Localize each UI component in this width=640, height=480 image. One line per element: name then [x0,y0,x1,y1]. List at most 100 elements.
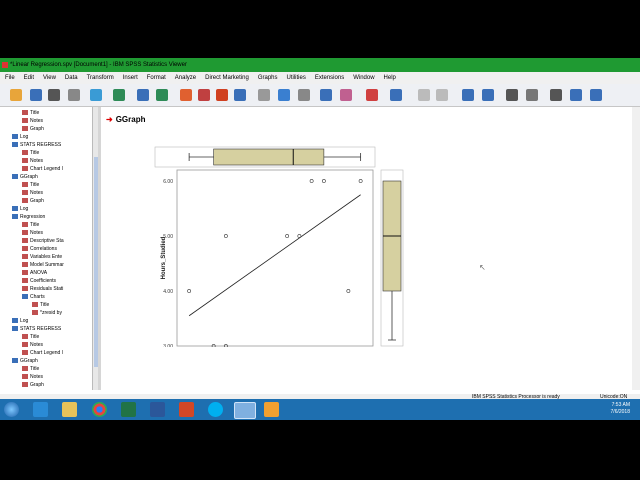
outline-item[interactable]: GGraph [12,173,38,181]
start-button-icon[interactable] [4,402,19,417]
menu-format[interactable]: Format [147,75,166,81]
output-heading[interactable]: ➜ GGraph [106,115,145,124]
ggraph-chart[interactable]: 2.602.803.003.203.403.603.804.003.004.00… [151,137,411,347]
insert-heading-icon[interactable] [418,89,430,101]
outline-item[interactable]: Residuals Stati [22,285,63,293]
outline-item[interactable]: Graph [22,125,44,133]
menu-data[interactable]: Data [65,75,78,81]
document-icon [22,182,28,188]
outline-item[interactable]: Charts [22,293,45,301]
system-clock[interactable]: 7:53 AM 7/6/2018 [611,402,630,416]
excel-icon[interactable] [121,402,136,417]
outline-item[interactable]: Log [12,133,28,141]
use-sets-icon[interactable] [390,89,402,101]
create-output-icon[interactable] [590,89,602,101]
outline-item[interactable]: Title [22,181,39,189]
paint-icon[interactable] [264,402,279,417]
outline-item[interactable]: Notes [22,117,43,125]
collapse-icon[interactable] [462,89,474,101]
outline-item[interactable]: Title [32,301,49,309]
outline-item[interactable]: Log [12,205,28,213]
split-file-icon[interactable] [298,89,310,101]
mouse-cursor-icon: ↖ [479,263,486,272]
outline-item[interactable]: Chart Legend l [22,165,63,173]
outline-item[interactable]: Title [22,333,39,341]
outline-item[interactable]: Variables Ente [22,253,62,261]
print-preview-icon[interactable] [68,89,80,101]
word-icon[interactable] [150,402,165,417]
select-cases-icon[interactable] [340,89,352,101]
outline-item[interactable]: Notes [22,189,43,197]
chrome-icon[interactable] [92,402,107,417]
outline-item[interactable]: Descriptive Sta [22,237,64,245]
menu-window[interactable]: Window [353,75,374,81]
redo-icon[interactable] [156,89,168,101]
outline-item[interactable]: Title [22,149,39,157]
skype-icon[interactable] [208,402,223,417]
menu-transform[interactable]: Transform [87,75,114,81]
outline-item[interactable]: Title [22,109,39,117]
menu-file[interactable]: File [5,75,15,81]
insert-cases-icon[interactable] [278,89,290,101]
outline-item[interactable]: Notes [22,373,43,381]
ie-icon[interactable] [33,402,48,417]
insert-title-icon[interactable] [436,89,448,101]
promote-icon[interactable] [550,89,562,101]
output-pane: ➜GGraph 2.602.803.003.203.403.603.804.00… [101,107,636,390]
menu-utilities[interactable]: Utilities [287,75,306,81]
outline-item[interactable]: ANOVA [22,269,47,277]
outline-item[interactable]: GGraph [12,357,38,365]
outline-item-label: Coefficients [30,278,57,284]
menu-view[interactable]: View [43,75,56,81]
outline-item[interactable]: Model Summar [22,261,64,269]
outline-item[interactable]: Graph [22,197,44,205]
open-icon[interactable] [10,89,22,101]
recall-dialog-icon[interactable] [113,89,125,101]
menu-insert[interactable]: Insert [123,75,138,81]
goto-case-icon[interactable] [198,89,210,101]
outline-item[interactable]: Title [22,365,39,373]
outline-item[interactable]: Chart Legend l [22,349,63,357]
goto-variable-icon[interactable] [216,89,228,101]
menu-direct-marketing[interactable]: Direct Marketing [205,75,249,81]
outline-item-label: Notes [30,342,44,348]
outline-item[interactable]: Notes [22,341,43,349]
outline-item[interactable]: Log [12,317,28,325]
expand-icon[interactable] [482,89,494,101]
outline-item[interactable]: Graph [22,381,44,389]
menu-help[interactable]: Help [384,75,396,81]
demote-icon[interactable] [570,89,582,101]
menu-graphs[interactable]: Graphs [258,75,278,81]
output-scrollbar[interactable] [632,107,640,390]
spss-taskbar-icon[interactable] [234,402,256,419]
menu-extensions[interactable]: Extensions [315,75,344,81]
outline-item[interactable]: *zresid by [32,309,62,317]
outline-item-label: Notes [30,158,44,164]
weight-cases-icon[interactable] [320,89,332,101]
menu-analyze[interactable]: Analyze [175,75,196,81]
outline-item[interactable]: Coefficients [22,277,56,285]
save-icon[interactable] [30,89,42,101]
find-icon[interactable] [258,89,270,101]
print-icon[interactable] [48,89,60,101]
undo-icon[interactable] [137,89,149,101]
goto-data-icon[interactable] [180,89,192,101]
outline-item[interactable]: Notes [22,157,43,165]
document-icon [22,270,28,276]
menu-edit[interactable]: Edit [24,75,34,81]
variables-icon[interactable] [234,89,246,101]
outline-item[interactable]: Notes [22,229,43,237]
powerpoint-icon[interactable] [179,402,194,417]
outline-item[interactable]: Correlations [22,245,57,253]
export-icon[interactable] [90,89,102,101]
outline-item[interactable]: STATS REGRESS [12,141,61,149]
value-labels-icon[interactable] [366,89,378,101]
plot-area [176,169,374,347]
outline-item-label: Log [20,134,29,140]
outline-item[interactable]: Title [22,221,39,229]
hide-icon[interactable] [526,89,538,101]
show-icon[interactable] [506,89,518,101]
outline-item[interactable]: Regression [12,213,45,221]
outline-item[interactable]: STATS REGRESS [12,325,61,333]
explorer-icon[interactable] [62,402,77,417]
